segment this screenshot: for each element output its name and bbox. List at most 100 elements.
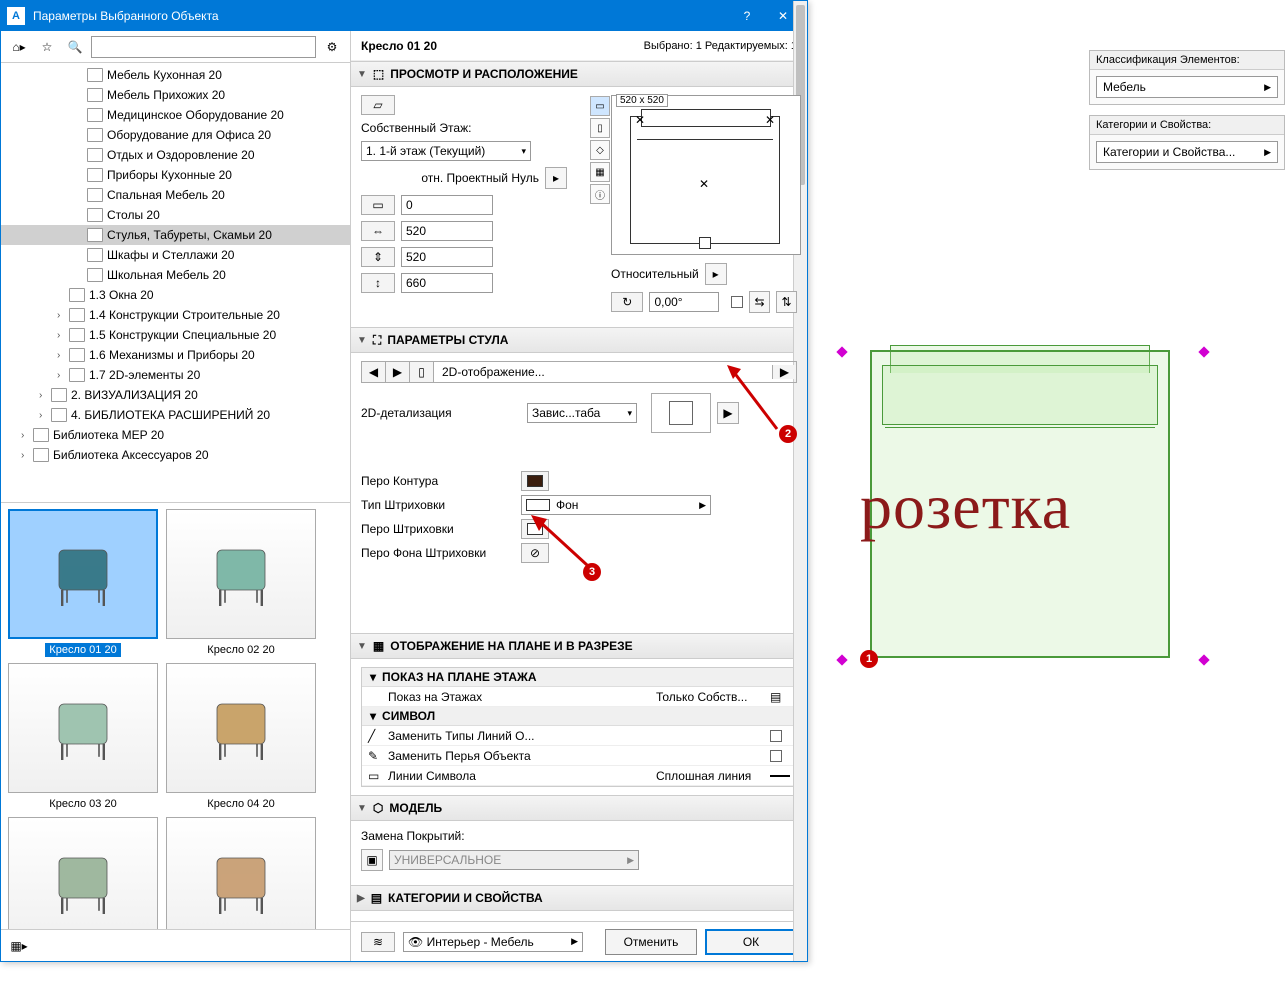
plan-row-show-on[interactable]: Показ на Этажах Только Собств... ▤ [362,687,796,707]
tree-expand-icon[interactable]: › [57,370,69,381]
section-plan-header[interactable]: ▼ ▦ ОТОБРАЖЕНИЕ НА ПЛАНЕ И В РАЗРЕЗЕ [351,633,807,659]
object-icon[interactable]: ▱ [361,95,395,115]
library-tree[interactable]: Мебель Кухонная 20Мебель Прихожих 20Меди… [1,63,350,503]
story-dropdown[interactable]: 1. 1-й этаж (Текущий) ▾ [361,141,531,161]
plan-group-2[interactable]: ▾СИМВОЛ [362,707,796,726]
settings-icon[interactable]: ⚙ [320,35,344,59]
tree-expand-icon[interactable]: › [21,430,33,441]
tree-item[interactable]: ›1.5 Конструкции Специальные 20 [1,325,350,345]
plan-row-replace-pens[interactable]: ✎ Заменить Перья Объекта [362,746,796,766]
thumbnail-item[interactable]: Кресло 02 20 [165,509,317,657]
thumbnail-item[interactable]: Кресло 03 20 [7,663,159,811]
detail-dropdown[interactable]: Завис...таба ▾ [527,403,637,423]
folder-icon [87,188,103,202]
pen-contour-swatch[interactable] [521,471,549,491]
thumbnail-item[interactable]: Кресло 01 20 [7,509,159,657]
chair-back [882,365,1158,425]
tree-item[interactable]: ›1.7 2D-элементы 20 [1,365,350,385]
preview-2d-icon[interactable]: ▭ [590,96,610,116]
help-button[interactable]: ? [729,1,765,31]
thumbnail-item[interactable] [7,817,159,929]
hotspot-marker[interactable] [836,346,847,357]
surface-override-toggle[interactable]: ▣ [361,849,383,871]
titlebar[interactable]: A Параметры Выбранного Объекта ? ✕ [1,1,807,31]
dim-y-input[interactable] [401,247,493,267]
plan-row-symbol-lines[interactable]: ▭ Линии Символа Сплошная линия [362,766,796,786]
preview-info-icon[interactable]: ⓘ [590,184,610,204]
tree-item[interactable]: Шкафы и Стеллажи 20 [1,245,350,265]
tree-item[interactable]: Спальная Мебель 20 [1,185,350,205]
tree-item[interactable]: ›2. ВИЗУАЛИЗАЦИЯ 20 [1,385,350,405]
section-chair-header[interactable]: ▼ ⛶ ПАРАМЕТРЫ СТУЛА [351,327,807,353]
mirror-x-icon[interactable]: ⇆ [749,291,770,313]
plan-row-replace-lines[interactable]: ╱ Заменить Типы Линий О... [362,726,796,746]
tree-item[interactable]: Мебель Кухонная 20 [1,65,350,85]
tree-item[interactable]: Оборудование для Офиса 20 [1,125,350,145]
relative-btn[interactable]: ▸ [705,263,727,285]
tree-item[interactable]: ›Библиотека MEP 20 [1,425,350,445]
hatch-type-dropdown[interactable]: Фон ▶ [521,495,711,515]
chevron-right-icon: ▶ [627,855,634,866]
preview-3d-icon[interactable]: ◇ [590,140,610,160]
proj-zero-btn[interactable]: ▸ [545,167,567,189]
hotspot-marker[interactable] [1198,346,1209,357]
hotspot-marker[interactable] [1198,654,1209,665]
elevation-input[interactable] [401,195,493,215]
tree-expand-icon[interactable]: › [57,350,69,361]
view-mode-icon[interactable]: ▦▸ [7,934,31,958]
angle-icon: ↻ [611,292,643,312]
tree-item[interactable]: Стулья, Табуреты, Скамьи 20 [1,225,350,245]
dim-x-input[interactable] [401,221,493,241]
nav-prev-button[interactable]: ◀ [362,362,386,382]
hotspot-marker[interactable] [836,654,847,665]
tree-expand-icon[interactable]: › [39,410,51,421]
surface-override-dropdown[interactable]: УНИВЕРСАЛЬНОЕ ▶ [389,850,639,870]
replace-lines-checkbox[interactable] [770,730,782,742]
folder-icon [87,128,103,142]
nav-next-button[interactable]: ▶ [386,362,410,382]
detail-preview[interactable] [651,393,711,433]
section-preview-header[interactable]: ▼ ⬚ ПРОСМОТР И РАСПОЛОЖЕНИЕ [351,61,807,87]
search-input[interactable] [91,36,316,58]
object-header: Кресло 01 20 Выбрано: 1 Редактируемых: 1 [351,31,807,61]
tree-item[interactable]: ›Библиотека Аксессуаров 20 [1,445,350,465]
preview-2d[interactable]: ▭ ▯ ◇ ▦ ⓘ 520 x 520 ✕ ✕ [611,95,801,255]
library-bottom-toolbar: ▦▸ [1,929,350,961]
tree-expand-icon[interactable]: › [39,390,51,401]
angle-input[interactable] [649,292,719,312]
section-model-header[interactable]: ▼ ⬡ МОДЕЛЬ [351,795,807,821]
tree-item[interactable]: 1.3 Окна 20 [1,285,350,305]
tree-item[interactable]: Приборы Кухонные 20 [1,165,350,185]
preview-render-icon[interactable]: ▦ [590,162,610,182]
replace-pens-checkbox[interactable] [770,750,782,762]
dim-z-input[interactable] [401,273,493,293]
tree-item[interactable]: ›1.6 Механизмы и Приборы 20 [1,345,350,365]
drawing-viewport[interactable]: розетка 1 [810,40,1285,961]
mirror-checkbox[interactable] [731,296,743,308]
tree-item[interactable]: Отдых и Оздоровление 20 [1,145,350,165]
tree-item[interactable]: Мебель Прихожих 20 [1,85,350,105]
nav-page-icon[interactable]: ▯ [410,362,434,382]
tree-item[interactable]: ›4. БИБЛИОТЕКА РАСШИРЕНИЙ 20 [1,405,350,425]
tree-expand-icon[interactable]: › [21,450,33,461]
thumbnail-panel[interactable]: Кресло 01 20 Кресло 02 20 Кресло 03 20 К… [1,503,350,929]
thumbnail-item[interactable]: Кресло 04 20 [165,663,317,811]
tree-item[interactable]: Школьная Мебель 20 [1,265,350,285]
library-view-icon[interactable]: ⌂▸ [7,35,31,59]
search-icon[interactable]: 🔍 [63,35,87,59]
tree-expand-icon[interactable]: › [57,310,69,321]
preview-elev-icon[interactable]: ▯ [590,118,610,138]
mirror-y-icon[interactable]: ⇅ [776,291,797,313]
section-categories-header[interactable]: ▶ ▤ КАТЕГОРИИ И СВОЙСТВА [351,885,807,911]
cancel-button[interactable]: Отменить [605,929,697,955]
plan-group-1[interactable]: ▾ПОКАЗ НА ПЛАНЕ ЭТАЖА [362,668,796,687]
tree-item[interactable]: ›1.4 Конструкции Строительные 20 [1,305,350,325]
ok-button[interactable]: ОК [705,929,797,955]
layer-dropdown[interactable]: 👁 Интерьер - Мебель ▶ [403,932,583,952]
tree-item[interactable]: Медицинское Оборудование 20 [1,105,350,125]
thumbnail-item[interactable] [165,817,317,929]
tree-expand-icon[interactable]: › [57,330,69,341]
layer-icon[interactable]: ≋ [361,932,395,952]
tree-item[interactable]: Столы 20 [1,205,350,225]
favorite-icon[interactable]: ☆ [35,35,59,59]
